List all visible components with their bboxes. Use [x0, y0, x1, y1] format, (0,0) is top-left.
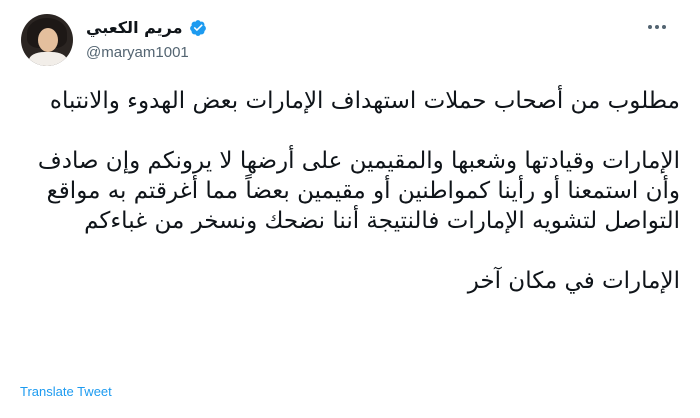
more-dot-icon — [655, 25, 659, 29]
tweet-header: مريم الكعبي @maryam1001 — [18, 12, 678, 72]
more-dot-icon — [648, 25, 652, 29]
avatar-shirt — [29, 52, 67, 66]
author-avatar[interactable] — [21, 14, 73, 66]
tweet-paragraph: الإمارات في مكان آخر — [467, 268, 680, 294]
more-options-icon[interactable] — [648, 22, 670, 32]
avatar-face — [38, 28, 58, 52]
translate-tweet-link[interactable]: Translate Tweet — [20, 384, 112, 399]
tweet-paragraph: مطلوب من أصحاب حملات استهداف الإمارات بع… — [49, 88, 680, 114]
author-handle[interactable]: @maryam1001 — [86, 44, 189, 61]
tweet-card: مريم الكعبي @maryam1001 مطلوب من أصحاب ح… — [0, 0, 700, 418]
author-display-name[interactable]: مريم الكعبي — [86, 18, 183, 37]
tweet-text: مطلوب من أصحاب حملات استهداف الإمارات بع… — [20, 86, 680, 296]
author-name-row[interactable]: مريم الكعبي — [86, 18, 207, 37]
verified-badge-icon — [189, 19, 206, 36]
tweet-paragraph: الإمارات وقيادتها وشعبها والمقيمين على أ… — [37, 148, 680, 234]
more-dot-icon — [662, 25, 666, 29]
